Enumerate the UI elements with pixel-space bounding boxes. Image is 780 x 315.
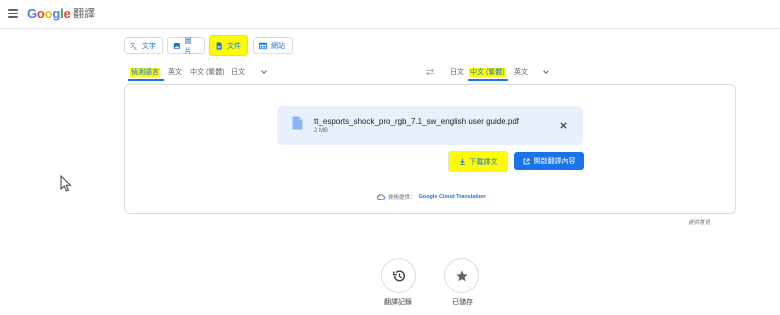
top-bar: Google 翻譯 — [0, 0, 780, 29]
download-label: 下載譯文 — [469, 158, 498, 166]
powered-by-prefix: 技術提供： — [388, 195, 416, 201]
download-icon — [459, 158, 465, 165]
target-lang-english[interactable]: 英文 — [514, 68, 528, 77]
tab-label: 網站 — [271, 42, 285, 50]
document-icon — [216, 41, 222, 50]
target-lang-chevron-down-icon[interactable] — [542, 68, 550, 76]
swap-languages-icon[interactable] — [425, 68, 435, 76]
open-label: 開啟翻譯內容 — [533, 158, 576, 165]
translate-icon: 文A — [130, 42, 137, 50]
send-feedback-link[interactable]: 提供意見 — [688, 218, 710, 226]
source-lang-chevron-down-icon[interactable] — [260, 68, 268, 76]
file-size: 2 MB — [314, 128, 329, 134]
logo-letter: o — [36, 6, 45, 21]
source-lang-chinese-traditional[interactable]: 中文 (繁體) — [190, 68, 225, 77]
file-icon — [292, 116, 303, 130]
product-name: 翻譯 — [73, 8, 95, 20]
target-lang-chinese-traditional[interactable]: 中文 (繁體) — [469, 68, 506, 77]
download-translation-button[interactable]: 下載譯文 — [448, 151, 508, 172]
source-lang-underline — [128, 79, 164, 81]
powered-by-link[interactable]: Google Cloud Translation — [419, 194, 486, 200]
google-logo[interactable]: Google — [27, 6, 71, 22]
svg-text:A: A — [134, 46, 137, 50]
logo-letter: g — [52, 6, 61, 21]
source-lang-japanese[interactable]: 日文 — [231, 68, 245, 77]
logo-letter: G — [27, 6, 37, 21]
tab-image[interactable]: 圖片 — [167, 37, 205, 55]
tab-label: 圖片 — [184, 37, 192, 55]
image-icon — [173, 42, 180, 49]
menu-icon[interactable] — [8, 9, 18, 18]
history-icon — [392, 269, 405, 281]
saved-label: 已儲存 — [452, 299, 473, 306]
logo-letter: e — [63, 6, 71, 21]
target-lang-underline — [468, 79, 508, 81]
history-label: 翻譯記錄 — [384, 299, 412, 306]
website-icon — [259, 42, 267, 49]
tab-text[interactable]: 文A 文字 — [124, 37, 163, 54]
mouse-cursor-icon — [60, 175, 72, 192]
tab-label: 文字 — [142, 42, 156, 50]
star-icon — [455, 269, 468, 281]
close-icon[interactable] — [559, 121, 568, 130]
tab-label: 文件 — [227, 42, 241, 50]
file-name: tt_esports_shock_pro_rgb_7.1_sw_english … — [314, 117, 520, 126]
tab-documents[interactable]: 文件 — [209, 35, 248, 56]
open-translation-button[interactable]: 開啟翻譯內容 — [514, 152, 584, 170]
google-cloud-icon — [377, 194, 385, 200]
source-lang-english[interactable]: 英文 — [168, 68, 182, 77]
tab-websites[interactable]: 網站 — [253, 37, 293, 54]
powered-by: 技術提供： Google Cloud Translation — [377, 193, 485, 201]
target-lang-japanese[interactable]: 日文 — [450, 68, 464, 77]
open-in-new-icon — [523, 158, 529, 164]
source-lang-detect[interactable]: 偵測語言 — [130, 68, 160, 77]
history-button[interactable] — [381, 258, 416, 293]
saved-button[interactable] — [444, 258, 479, 293]
